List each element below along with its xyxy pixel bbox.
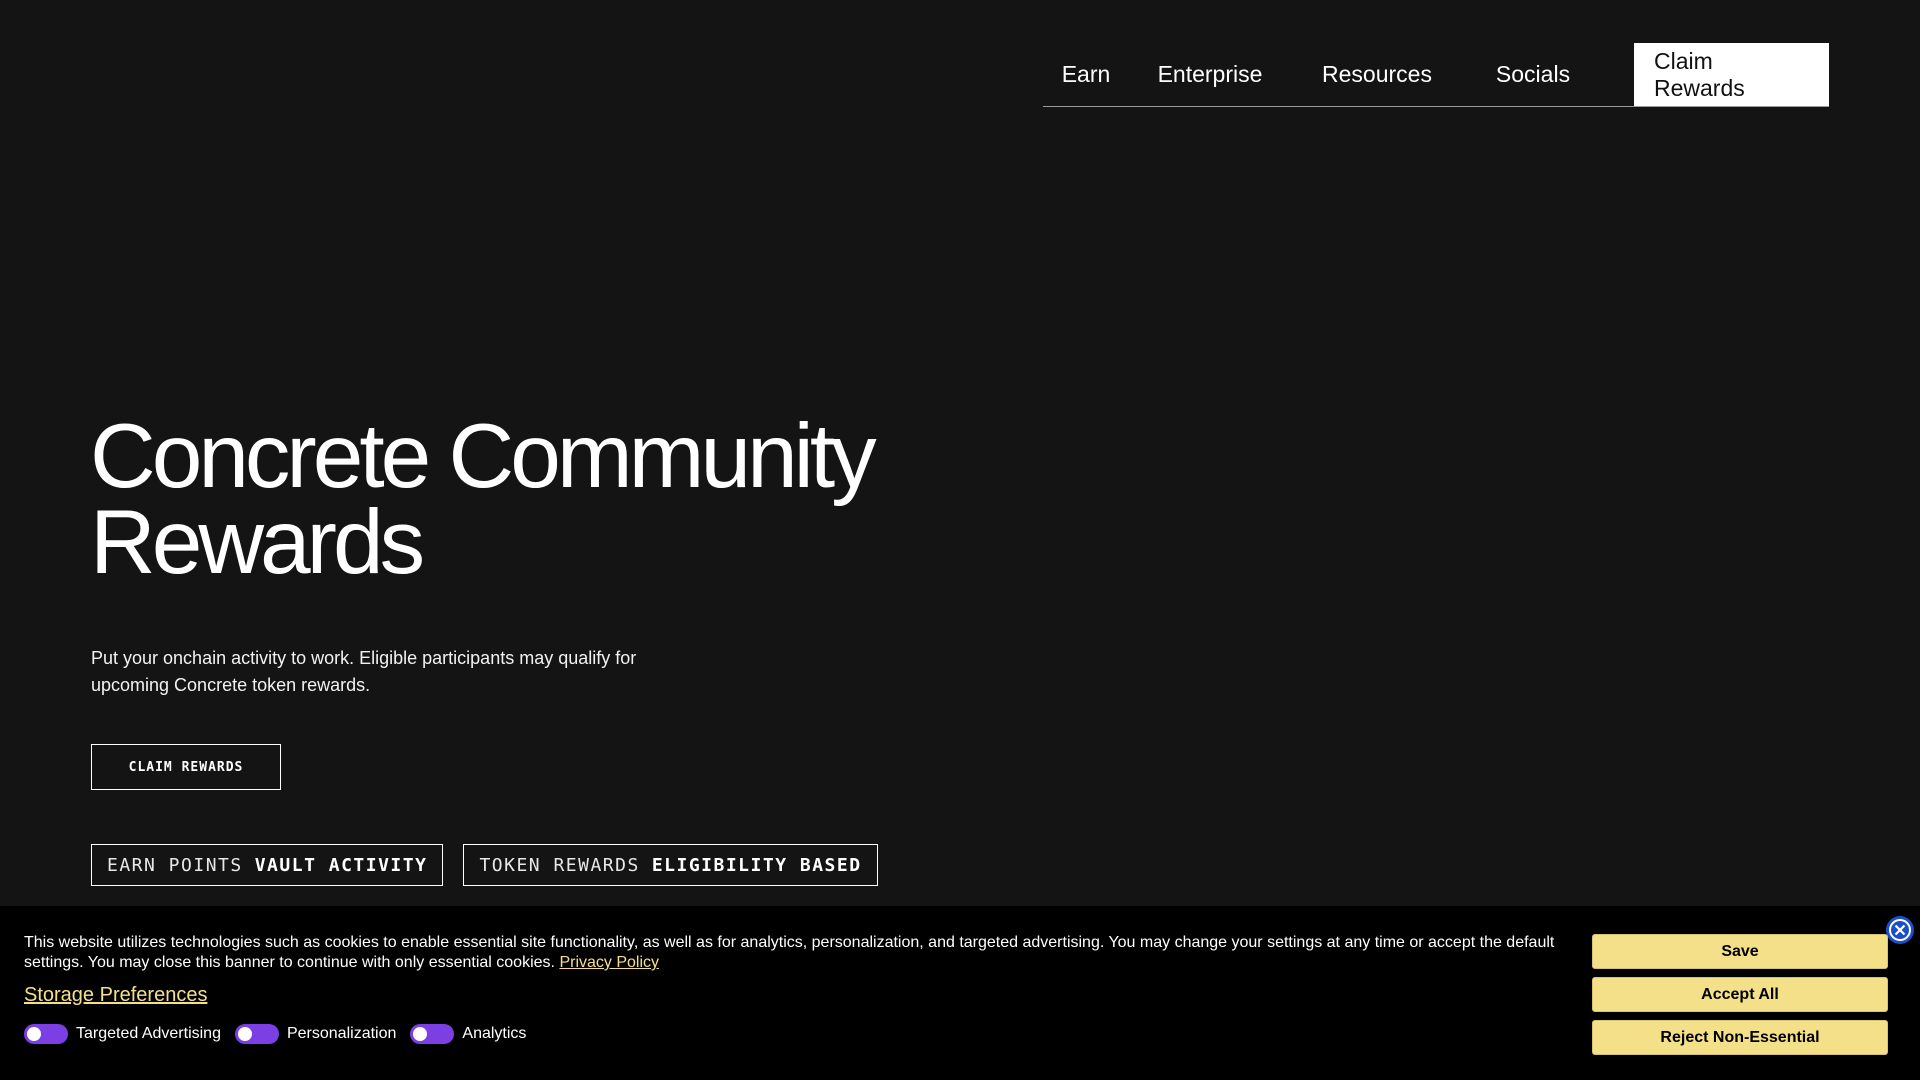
toggle-label: Targeted Advertising [76, 1025, 221, 1042]
hero-title-line-1: Concrete Community [90, 406, 877, 507]
close-icon[interactable] [1886, 916, 1914, 944]
targeted-advertising-toggle[interactable] [24, 1024, 68, 1044]
cookie-buttons: Save Accept All Reject Non-Essential [1592, 934, 1888, 1055]
nav-claim-rewards-button[interactable]: Claim Rewards [1634, 43, 1829, 106]
tag-value: ELIGIBILITY BASED [651, 854, 862, 876]
claim-rewards-button[interactable]: CLAIM REWARDS [91, 744, 281, 790]
tag-value: VAULT ACTIVITY [254, 854, 428, 876]
tag-token-rewards: TOKEN REWARDS ELIGIBILITY BASED [463, 844, 878, 886]
hero-tags: EARN POINTS VAULT ACTIVITY TOKEN REWARDS… [91, 844, 878, 886]
hero-title-line-2: Rewards [90, 492, 425, 593]
hero-subtitle: Put your onchain activity to work. Eligi… [91, 648, 637, 695]
toggle-label: Analytics [462, 1025, 527, 1042]
storage-preferences-link[interactable]: Storage Preferences [24, 984, 207, 1007]
cookie-banner: This website utilizes technologies such … [0, 906, 1920, 1080]
privacy-policy-link[interactable]: Privacy Policy [559, 954, 659, 971]
nav-item-earn[interactable]: Earn [1043, 43, 1129, 106]
toggle-label: Personalization [286, 1025, 397, 1042]
hero-title: Concrete Community Rewards [90, 406, 990, 593]
main-nav: Earn Enterprise Resources Socials Claim … [1043, 43, 1829, 107]
cookie-toggles: Targeted Advertising Personalization Ana… [24, 1024, 532, 1044]
nav-item-enterprise[interactable]: Enterprise [1129, 43, 1291, 106]
cookie-message: This website utilizes technologies such … [24, 933, 1564, 973]
save-button[interactable]: Save [1592, 934, 1888, 969]
cookie-message-text: This website utilizes technologies such … [24, 934, 1555, 971]
personalization-toggle[interactable] [234, 1024, 279, 1044]
analytics-toggle[interactable] [410, 1024, 455, 1044]
tag-earn-points: EARN POINTS VAULT ACTIVITY [91, 844, 444, 886]
nav-item-resources[interactable]: Resources [1291, 43, 1463, 106]
tag-label: TOKEN REWARDS [479, 854, 640, 876]
accept-all-button[interactable]: Accept All [1592, 977, 1888, 1012]
tag-label: EARN POINTS [107, 854, 243, 876]
reject-non-essential-button[interactable]: Reject Non-Essential [1592, 1020, 1888, 1055]
nav-item-socials[interactable]: Socials [1463, 43, 1603, 106]
